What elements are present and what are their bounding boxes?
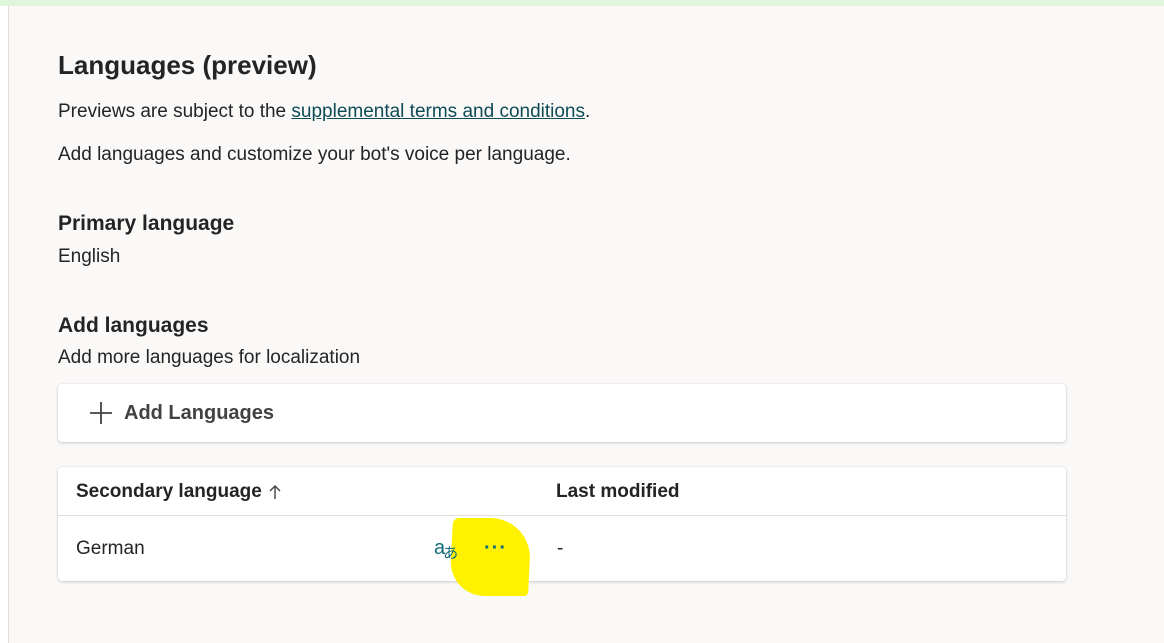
translate-icon[interactable]: aあ [434, 536, 460, 562]
secondary-language-cell: German [76, 538, 145, 559]
preview-notice-suffix: . [585, 101, 591, 122]
column-header-secondary-language[interactable]: Secondary language [76, 481, 282, 503]
more-options-icon[interactable]: ··· [484, 538, 507, 558]
column-header-label: Last modified [556, 481, 680, 502]
arrow-up-icon [269, 485, 281, 499]
page-description: Add languages and customize your bot's v… [58, 144, 571, 165]
primary-language-heading: Primary language [58, 212, 235, 235]
add-languages-button[interactable]: Add Languages [88, 398, 274, 428]
preview-notice-prefix: Previews are subject to the [58, 101, 292, 122]
primary-language-value: English [58, 246, 121, 267]
table-row[interactable]: German - [58, 516, 1066, 581]
add-languages-card: Add Languages [58, 384, 1066, 442]
add-languages-heading: Add languages [58, 314, 209, 337]
column-header-label: Secondary language [76, 481, 262, 502]
secondary-languages-table: Secondary language Last modified German … [58, 467, 1066, 581]
add-languages-button-label: Add Languages [124, 401, 275, 424]
column-header-last-modified[interactable]: Last modified [556, 481, 680, 503]
add-languages-description: Add more languages for localization [58, 347, 361, 368]
plus-icon [90, 402, 112, 424]
last-modified-cell: - [557, 538, 564, 559]
preview-notice: Previews are subject to the supplemental… [58, 100, 590, 124]
page-title: Languages (preview) [58, 50, 317, 80]
supplemental-terms-link[interactable]: supplemental terms and conditions [291, 101, 585, 122]
translate-icon-glyph-sub: あ [443, 545, 459, 562]
